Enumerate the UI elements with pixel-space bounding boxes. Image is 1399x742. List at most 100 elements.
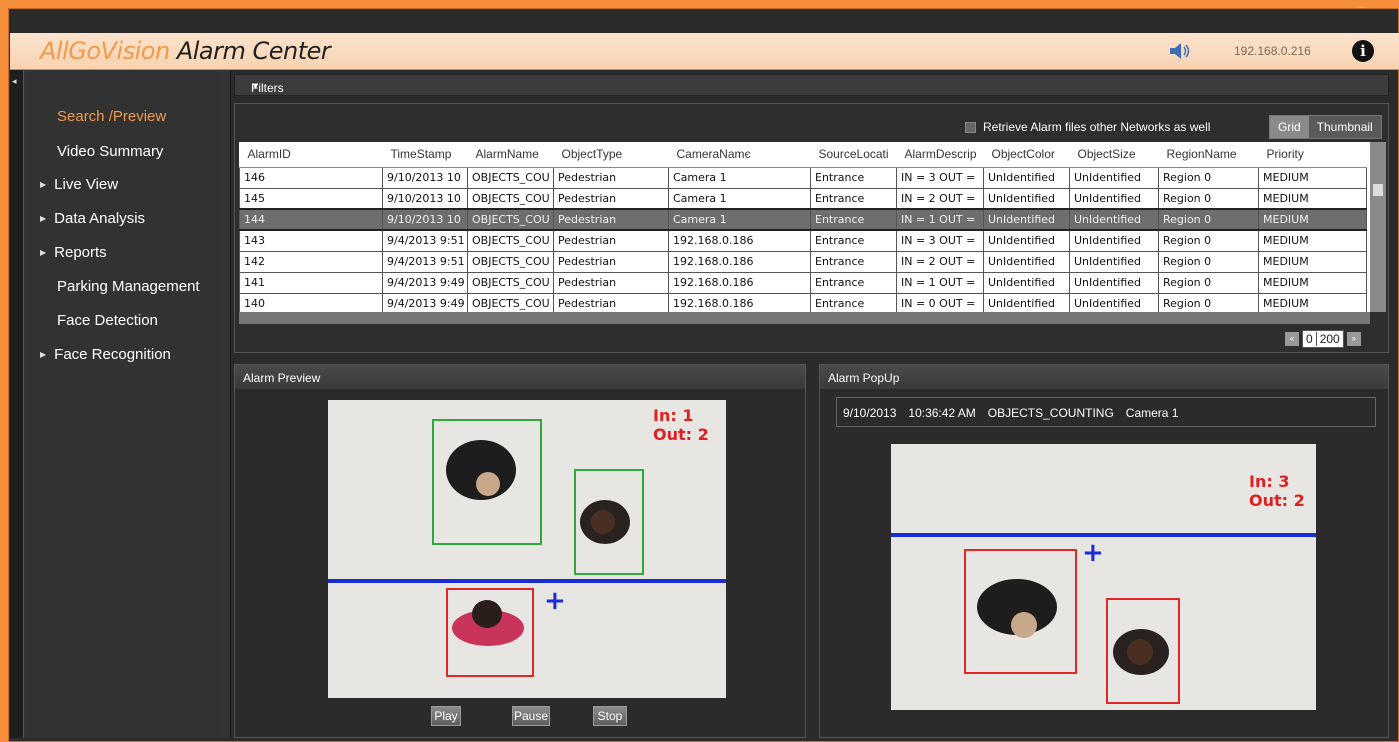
table-cell: IN = 3 OUT = (896, 229, 984, 252)
chevron-right-icon: ▶ (40, 214, 47, 224)
popup-in-count: In: 3 (1249, 472, 1290, 491)
ip-address: 192.168.0.216 (1234, 44, 1311, 58)
sidebar-item-search-preview[interactable]: Search /Preview (57, 106, 166, 128)
sidebar-item-reports[interactable]: ▶ Reports (40, 242, 107, 264)
table-cell: Pedestrian (553, 250, 669, 273)
popup-camera: Camera 1 (1125, 406, 1179, 420)
table-cell: 9/4/2013 9:51 (382, 229, 468, 252)
table-cell: Pedestrian (553, 292, 669, 312)
sidebar-item-parking-management[interactable]: Parking Management (57, 276, 200, 298)
table-header-row: AlarmID TimeStamp AlarmName ObjectType Camer… (239, 142, 1367, 168)
collapse-arrow-icon: ◂ (12, 76, 17, 86)
table-cell: 192.168.0.186 (668, 250, 811, 273)
sidebar-collapse-handle[interactable]: ◂ (10, 70, 24, 738)
table-cell: UnIdentified (1069, 250, 1159, 273)
column-header[interactable]: RegionName (1158, 142, 1259, 168)
play-button[interactable]: Play (431, 706, 461, 726)
preview-video[interactable]: + In: 1 Out: 2 (328, 400, 726, 698)
next-page-button[interactable]: » (1346, 332, 1361, 346)
person-head (1011, 612, 1037, 638)
table-cell: Entrance (810, 166, 897, 189)
table-cell: UnIdentified (983, 292, 1070, 312)
thumbnail-view-button[interactable]: Thumbnail (1308, 116, 1381, 138)
table-cell: Region 0 (1158, 166, 1259, 189)
sidebar-item-face-detection[interactable]: Face Detection (57, 310, 158, 332)
app-title-text: Alarm Center (169, 37, 331, 65)
table-cell: UnIdentified (1069, 166, 1159, 189)
sidebar-item-label: Data Analysis (54, 210, 146, 227)
column-header[interactable]: AlarmName (467, 142, 554, 168)
table-row[interactable]: 142 9/4/2013 9:51 OBJECTS_COU Pedestrian 192… (239, 250, 1367, 273)
stop-button[interactable]: Stop (593, 706, 627, 726)
prev-page-button[interactable]: « (1285, 332, 1299, 346)
table-cell: Entrance (810, 250, 897, 273)
column-header[interactable]: ObjectSize (1069, 142, 1159, 168)
table-cell: OBJECTS_COU (467, 292, 554, 312)
table-cell: OBJECTS_COU (467, 208, 554, 231)
table-cell: 142 (239, 250, 383, 273)
table-cell: Region 0 (1158, 187, 1259, 210)
sidebar-item-video-summary[interactable]: Video Summary (57, 141, 163, 163)
table-cell: Pedestrian (553, 166, 669, 189)
table-cell: Pedestrian (553, 187, 669, 210)
column-header[interactable]: ObjectType (553, 142, 669, 168)
filters-bar[interactable]: ▼ Filters (234, 74, 1389, 96)
page-indicator[interactable]: 0 200 (1302, 330, 1344, 348)
preview-in-count: In: 1 (653, 406, 694, 425)
table-cell: 9/10/2013 10 (382, 166, 468, 189)
table-cell: MEDIUM (1258, 292, 1367, 312)
popup-video[interactable]: + In: 3 Out: 2 (891, 444, 1316, 710)
chevron-right-icon: ▶ (40, 350, 47, 360)
retrieve-checkbox[interactable] (965, 121, 976, 133)
retrieve-label: Retrieve Alarm files other Networks as w… (983, 120, 1211, 134)
table-cell: UnIdentified (983, 271, 1070, 294)
sidebar-item-label: Reports (54, 244, 107, 261)
table-horizontal-scrollbar[interactable] (239, 312, 1370, 324)
table-cell: OBJECTS_COU (467, 166, 554, 189)
table-vertical-scrollbar[interactable] (1370, 142, 1386, 312)
person-head (591, 510, 615, 534)
table-cell: Pedestrian (553, 271, 669, 294)
scroll-thumb[interactable] (1373, 184, 1383, 196)
table-cell: UnIdentified (1069, 229, 1159, 252)
column-header[interactable]: ObjectColor (983, 142, 1070, 168)
speaker-icon[interactable] (1168, 41, 1192, 61)
grid-view-button[interactable]: Grid (1270, 116, 1309, 138)
alarm-table: AlarmID TimeStamp AlarmName ObjectType Camer… (239, 142, 1367, 312)
pause-button[interactable]: Pause (512, 706, 550, 726)
column-header[interactable]: SourceLocati (810, 142, 897, 168)
page-number[interactable]: 0 (1303, 332, 1316, 346)
table-cell: IN = 1 OUT = (896, 271, 984, 294)
table-row[interactable]: 144 9/10/2013 10 OBJECTS_COU Pedestrian Came… (239, 208, 1367, 231)
table-row[interactable]: 141 9/4/2013 9:49 OBJECTS_COU Pedestrian 192… (239, 271, 1367, 294)
popup-date: 9/10/2013 (843, 406, 897, 420)
table-cell: UnIdentified (983, 208, 1070, 231)
column-header[interactable]: Priority (1258, 142, 1367, 168)
sidebar-item-face-recognition[interactable]: ▶ Face Recognition (40, 344, 171, 366)
sidebar-item-label: Parking Management (57, 278, 200, 295)
table-cell: Camera 1 (668, 166, 811, 189)
table-cell: 143 (239, 229, 383, 252)
column-header[interactable]: CameraNamє (668, 142, 811, 168)
sidebar-item-live-view[interactable]: ▶ Live View (40, 174, 118, 196)
column-header[interactable]: TimeStamp (382, 142, 468, 168)
table-cell: MEDIUM (1258, 208, 1367, 231)
sidebar-item-data-analysis[interactable]: ▶ Data Analysis (40, 208, 145, 230)
table-row[interactable]: 143 9/4/2013 9:51 OBJECTS_COU Pedestrian 192… (239, 229, 1367, 252)
table-cell: IN = 1 OUT = (896, 208, 984, 231)
column-header[interactable]: AlarmID (239, 142, 383, 168)
table-cell: 145 (239, 187, 383, 210)
popup-info-bar: 9/10/2013 10:36:42 AM OBJECTS_COUNTING C… (836, 397, 1376, 427)
table-cell: Region 0 (1158, 229, 1259, 252)
table-cell: IN = 0 OUT = (896, 292, 984, 312)
table-cell: UnIdentified (1069, 271, 1159, 294)
info-icon[interactable]: i (1352, 40, 1374, 62)
table-row[interactable]: 145 9/10/2013 10 OBJECTS_COU Pedestrian Came… (239, 187, 1367, 210)
table-row[interactable]: 140 9/4/2013 9:49 OBJECTS_COU Pedestrian 192… (239, 292, 1367, 312)
table-cell: IN = 2 OUT = (896, 187, 984, 210)
retrieve-other-networks[interactable]: Retrieve Alarm files other Networks as w… (965, 120, 1210, 134)
column-header[interactable]: AlarmDescrip (896, 142, 984, 168)
table-cell: UnIdentified (1069, 208, 1159, 231)
table-row[interactable]: 146 9/10/2013 10 OBJECTS_COU Pedestrian Came… (239, 166, 1367, 189)
table-cell: MEDIUM (1258, 229, 1367, 252)
